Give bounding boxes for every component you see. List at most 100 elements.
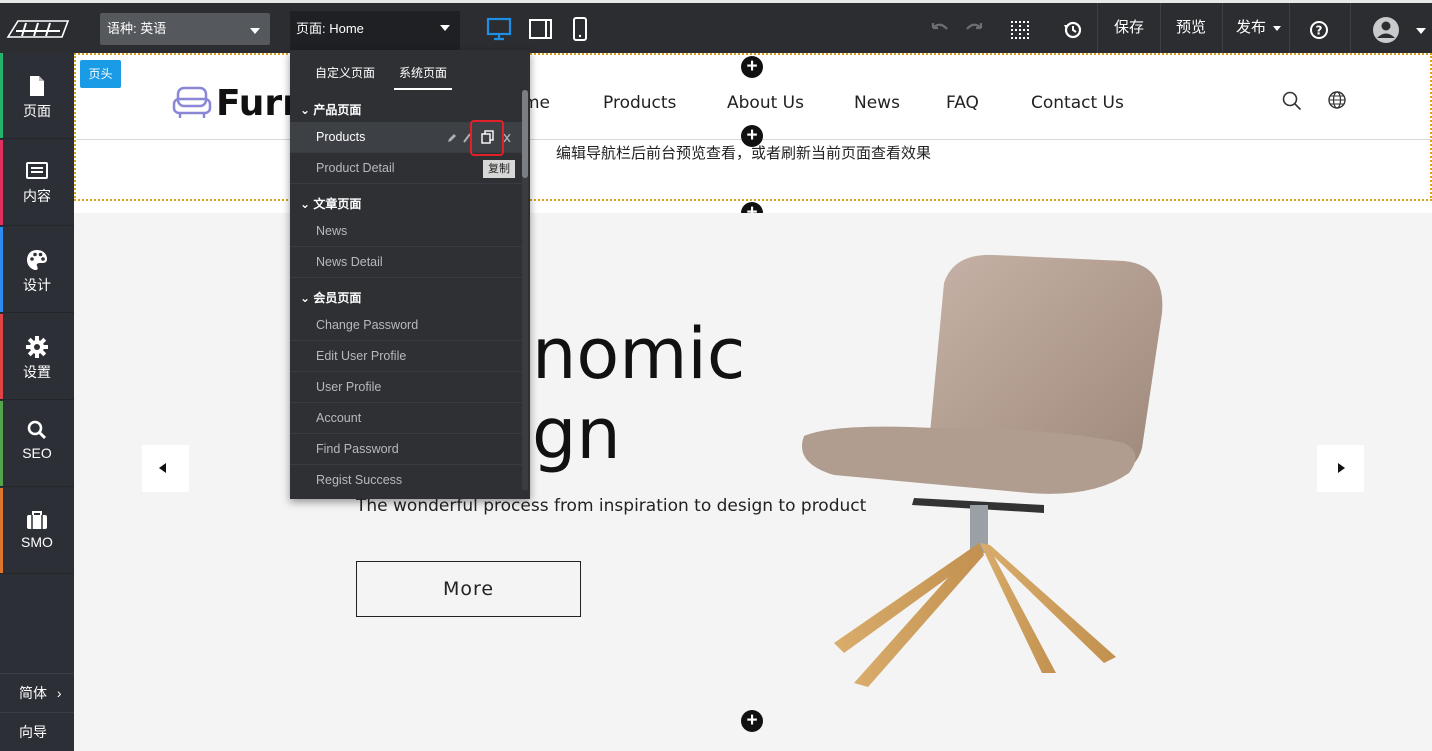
brand-logo: [6, 20, 70, 38]
sidebar-item-page[interactable]: 页面: [0, 53, 74, 139]
globe-icon[interactable]: [1327, 90, 1347, 110]
list-item-account[interactable]: Account: [290, 403, 522, 434]
group-label: 会员页面: [313, 291, 362, 305]
sidebar-accent: [0, 53, 3, 138]
nav-link-faq[interactable]: FAQ: [946, 93, 979, 113]
content-icon: [26, 162, 48, 179]
page-item-label: Product Detail: [316, 161, 395, 175]
sidebar-item-settings[interactable]: 设置: [0, 314, 74, 400]
group-label: 文章页面: [313, 197, 362, 211]
toolbar-divider: [1097, 3, 1098, 53]
left-sidebar: 页面 内容 设计 设置 SEO SMO 简体 › 向导: [0, 53, 74, 751]
help-icon[interactable]: ?: [1302, 13, 1336, 45]
sidebar-item-smo[interactable]: SMO: [0, 488, 74, 574]
list-item-user-profile[interactable]: User Profile: [290, 372, 522, 403]
list-item-change-password[interactable]: Change Password: [290, 310, 522, 341]
toolbar-divider: [1222, 3, 1223, 53]
sidebar-item-label: 内容: [23, 188, 51, 204]
nav-edit-notice: 编辑导航栏后前台预览查看，或者刷新当前页面查看效果: [556, 145, 932, 162]
page-item-label: Edit User Profile: [316, 349, 407, 363]
language-select[interactable]: 语种: 英语: [100, 13, 270, 45]
save-button[interactable]: 保存: [1099, 3, 1159, 53]
chevron-down-icon: [250, 28, 260, 34]
sidebar-accent: [0, 401, 3, 486]
hero-subtitle: The wonderful process from inspiration t…: [356, 496, 867, 516]
list-item-product-detail[interactable]: Product Detail: [290, 153, 522, 184]
arrow-left-icon: [159, 463, 166, 473]
page-item-label: Find Password: [316, 442, 399, 456]
sidebar-item-label: SMO: [21, 534, 53, 550]
sidebar-item-design[interactable]: 设计: [0, 227, 74, 313]
chevron-down-icon: [1273, 25, 1282, 31]
add-section-button[interactable]: +: [741, 56, 763, 78]
tab-system-pages[interactable]: 系统页面: [399, 64, 447, 81]
dropdown-scrollbar[interactable]: [522, 90, 528, 490]
grid-icon[interactable]: [1003, 13, 1037, 45]
group-members[interactable]: ⌄ 会员页面: [300, 289, 361, 306]
chair-image: [802, 254, 1163, 687]
history-icon[interactable]: [1056, 13, 1090, 45]
language-select-label: 语种: 英语: [107, 21, 167, 36]
briefcase-icon: [27, 511, 47, 529]
svg-text:?: ?: [1316, 24, 1323, 38]
nav-link-news[interactable]: News: [854, 93, 900, 113]
tablet-view-icon[interactable]: [521, 13, 559, 45]
hero-banner[interactable]: nomic gn The wonderful process from insp…: [74, 213, 1432, 751]
search-icon[interactable]: [1282, 91, 1302, 111]
sidebar-item-seo[interactable]: SEO: [0, 401, 74, 487]
list-item-regist-success[interactable]: Regist Success: [290, 465, 522, 496]
search-icon: [27, 420, 47, 440]
sofa-logo-icon: [172, 86, 212, 118]
sidebar-item-label: 设置: [23, 364, 51, 380]
page-item-label: News: [316, 224, 348, 238]
page-canvas: 页头 Furn me Products About Us News FAQ Co…: [74, 53, 1432, 751]
nav-link-contact-us[interactable]: Contact Us: [1031, 93, 1124, 113]
sidebar-accent: [0, 314, 3, 399]
list-item-find-password[interactable]: Find Password: [290, 434, 522, 465]
mobile-view-icon[interactable]: [561, 13, 599, 45]
publish-label: 发布: [1236, 19, 1267, 36]
sidebar-item-label: SEO: [22, 445, 52, 461]
page-item-label: Account: [316, 411, 362, 425]
undo-icon[interactable]: [927, 13, 953, 45]
sidebar-item-label: 页面: [23, 103, 51, 119]
page-select[interactable]: 页面: Home: [290, 11, 460, 53]
group-articles[interactable]: ⌄ 文章页面: [300, 195, 361, 212]
nav-link-about-us[interactable]: About Us: [727, 93, 804, 113]
tab-custom-pages[interactable]: 自定义页面: [315, 64, 375, 81]
page-icon: [30, 76, 44, 96]
nav-link-products[interactable]: Products: [603, 93, 676, 113]
gear-icon: [26, 336, 48, 358]
language-switch[interactable]: 简体 ›: [0, 673, 74, 711]
toolbar-divider: [1350, 3, 1351, 53]
palette-icon: [27, 250, 47, 270]
list-item-edit-user-profile[interactable]: Edit User Profile: [290, 341, 522, 372]
list-item-news[interactable]: News: [290, 216, 522, 247]
page-item-label: Regist Success: [316, 473, 403, 487]
header-tag[interactable]: 页头: [80, 60, 121, 88]
page-select-label: 页面: Home: [296, 21, 364, 36]
next-slide-button[interactable]: [1317, 445, 1364, 492]
redo-icon[interactable]: [961, 13, 987, 45]
sidebar-accent: [0, 488, 3, 573]
account-menu-chevron-icon[interactable]: [1416, 28, 1426, 34]
group-products[interactable]: ⌄ 产品页面: [300, 101, 361, 118]
more-button[interactable]: More: [356, 561, 581, 617]
group-label: 产品页面: [313, 103, 362, 117]
preview-button[interactable]: 预览: [1161, 3, 1221, 53]
add-section-button[interactable]: +: [741, 710, 763, 732]
list-item-news-detail[interactable]: News Detail: [290, 247, 522, 278]
desktop-view-icon[interactable]: [480, 13, 518, 45]
edit-icon[interactable]: [446, 132, 458, 144]
publish-button[interactable]: 发布: [1224, 3, 1288, 53]
page-item-label: Products: [316, 130, 366, 144]
arrow-right-icon: [1338, 463, 1345, 473]
scrollbar-thumb[interactable]: [522, 90, 528, 178]
prev-slide-button[interactable]: [142, 445, 189, 492]
sidebar-item-label: 设计: [23, 277, 51, 293]
sidebar-item-content[interactable]: 内容: [0, 140, 74, 226]
avatar[interactable]: [1368, 13, 1406, 45]
language-switch-label: 简体: [19, 685, 47, 701]
add-section-button[interactable]: +: [741, 125, 763, 147]
guide-button[interactable]: 向导: [0, 712, 74, 750]
